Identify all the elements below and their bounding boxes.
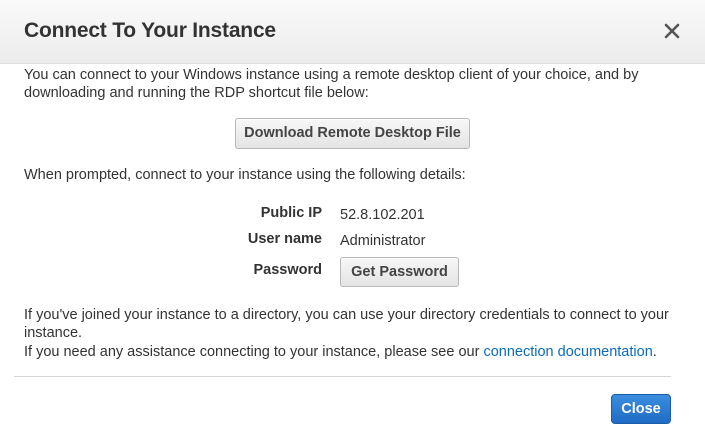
password-label: Password bbox=[253, 262, 323, 278]
public-ip-value: 52.8.102.201 bbox=[340, 207, 425, 223]
dialog-header: Connect To Your Instance bbox=[0, 0, 705, 64]
user-name-label: User name bbox=[247, 231, 322, 247]
close-button[interactable]: Close bbox=[611, 394, 671, 424]
connect-dialog: Connect To Your Instance You can connect… bbox=[0, 0, 705, 443]
intro-line-1: You can connect to your Windows instance… bbox=[24, 67, 639, 83]
intro-text: You can connect to your Windows instance… bbox=[24, 66, 638, 102]
directory-note-line-2: instance. bbox=[24, 325, 83, 341]
prompt-text: When prompted, connect to your instance … bbox=[24, 167, 466, 183]
intro-line-2: downloading and running the RDP shortcut… bbox=[24, 85, 369, 101]
close-icon[interactable] bbox=[661, 20, 683, 42]
assistance-sentence: If you need any assistance connecting to… bbox=[24, 344, 480, 360]
download-remote-desktop-file-button[interactable]: Download Remote Desktop File bbox=[235, 118, 470, 149]
footer-divider bbox=[14, 376, 671, 377]
directory-note-line-1: If you've joined your instance to a dire… bbox=[24, 307, 669, 323]
get-password-button[interactable]: Get Password bbox=[340, 257, 459, 287]
user-name-value: Administrator bbox=[340, 233, 426, 249]
directory-note: If you've joined your instance to a dire… bbox=[24, 306, 669, 342]
assistance-suffix: . bbox=[652, 344, 657, 360]
assistance-text: If you need any assistance connecting to… bbox=[24, 343, 657, 361]
connection-documentation-link[interactable]: connection documentation bbox=[483, 344, 652, 360]
public-ip-label: Public IP bbox=[260, 205, 322, 221]
dialog-title: Connect To Your Instance bbox=[24, 19, 276, 42]
